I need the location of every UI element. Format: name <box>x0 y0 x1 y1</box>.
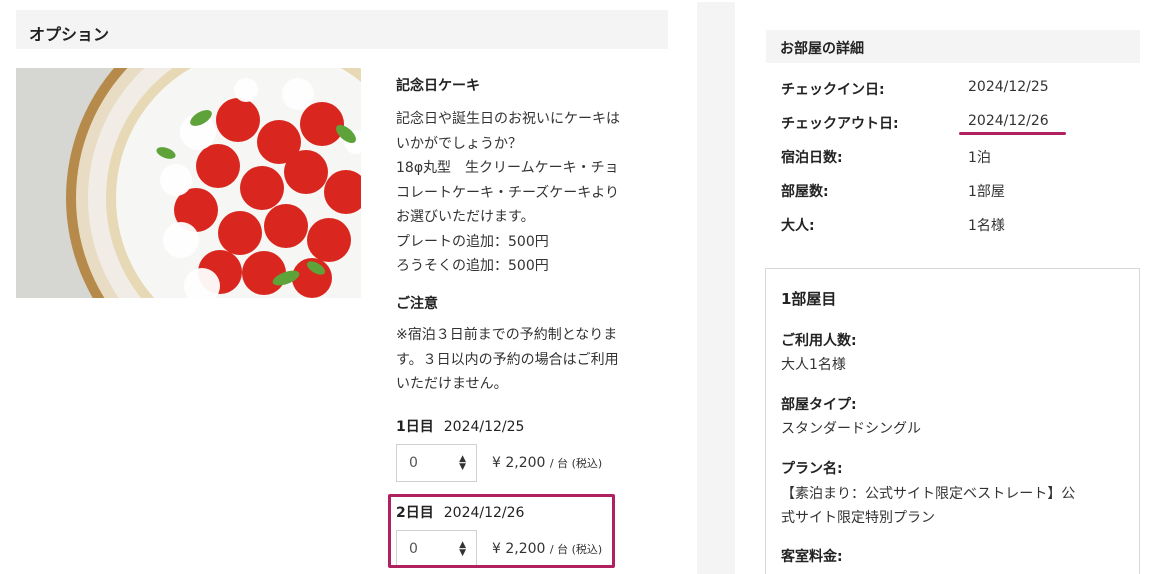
desc-line: 記念日や誕生日のお祝いにケーキは <box>396 111 620 127</box>
plan-value: 【素泊まり：公式サイト限定ベストレート】公 式サイト限定特別プラン <box>781 482 1126 530</box>
detail-label: 宿泊日数: <box>781 150 843 166</box>
guests-value: 大人1名様 <box>781 357 846 373</box>
detail-value: 1部屋 <box>968 184 1005 200</box>
desc-line: プレートの追加：500円 <box>396 233 549 250</box>
plan-line: 式サイト限定特別プラン <box>781 510 935 526</box>
day-1-price: ¥ 2,200 / 台 (税込) <box>492 455 602 471</box>
detail-label: 部屋数: <box>781 184 829 200</box>
notice-line: す。３日以内の予約の場合はご利用 <box>396 351 619 368</box>
detail-label: 大人: <box>781 218 815 234</box>
day-1-quantity-value: 0 <box>409 455 418 471</box>
room-details-header: お部屋の詳細 <box>766 30 1140 63</box>
guests-label: ご利用人数: <box>781 333 857 349</box>
day-1-price-unit: / 台 (税込) <box>549 457 603 470</box>
room-type-value: スタンダードシングル <box>781 421 921 437</box>
notice-line: いただけません。 <box>396 376 508 392</box>
option-item-description: 記念日や誕生日のお祝いにケーキは いかがでしょうか？ 18φ丸型 生クリームケー… <box>396 107 660 279</box>
room-type-label: 部屋タイプ: <box>781 397 857 413</box>
cake-photo <box>16 68 361 298</box>
plan-label: プラン名: <box>781 461 843 477</box>
option-item-title: 記念日ケーキ <box>396 78 480 94</box>
checkout-date-underline <box>959 132 1066 135</box>
detail-label: チェックイン日: <box>781 82 885 98</box>
highlight-box-day-2 <box>388 494 615 568</box>
desc-line: コレートケーキ・チーズケーキより <box>396 184 620 201</box>
detail-label: チェックアウト日: <box>781 116 899 132</box>
notice-line: ※宿泊３日前までの予約制となりま <box>396 327 618 343</box>
desc-line: いかがでしょうか？ <box>396 135 522 152</box>
room-1-title: 1部屋目 <box>781 290 837 308</box>
notice-title: ご注意 <box>396 296 438 312</box>
detail-value: 1泊 <box>968 150 991 166</box>
options-section-header: オプション <box>16 10 668 49</box>
day-1-price-amount: ¥ 2,200 <box>492 455 546 471</box>
day-1-date: 2024/12/25 <box>443 419 525 435</box>
detail-value: 2024/12/26 <box>968 113 1049 129</box>
room-1-card: 1部屋目 ご利用人数: 大人1名様 部屋タイプ: スタンダードシングル プラン名… <box>765 268 1140 574</box>
detail-value: 2024/12/25 <box>968 79 1049 95</box>
desc-line: ろうそくの追加：500円 <box>396 258 549 274</box>
desc-line: お選びいただけます。 <box>396 209 535 225</box>
notice-body: ※宿泊３日前までの予約制となりま す。３日以内の予約の場合はご利用 いただけませ… <box>396 323 666 397</box>
column-divider <box>697 2 735 574</box>
day-1-label: 1日目 <box>396 419 434 435</box>
day-1-quantity-select[interactable]: 0 ▲ ▼ <box>396 444 477 482</box>
day-1-row: 1日目 2024/12/25 <box>396 416 524 436</box>
desc-line: 18φ丸型 生クリームケーキ・チョ <box>396 160 619 176</box>
detail-value: 1名様 <box>968 218 1005 234</box>
options-header-title: オプション <box>29 25 110 44</box>
plan-line: 【素泊まり：公式サイト限定ベストレート】公 <box>781 486 1076 502</box>
room-fee-label: 客室料金: <box>781 549 843 565</box>
updown-chevron-icon: ▲ ▼ <box>459 454 466 472</box>
room-details-title: お部屋の詳細 <box>780 41 864 57</box>
